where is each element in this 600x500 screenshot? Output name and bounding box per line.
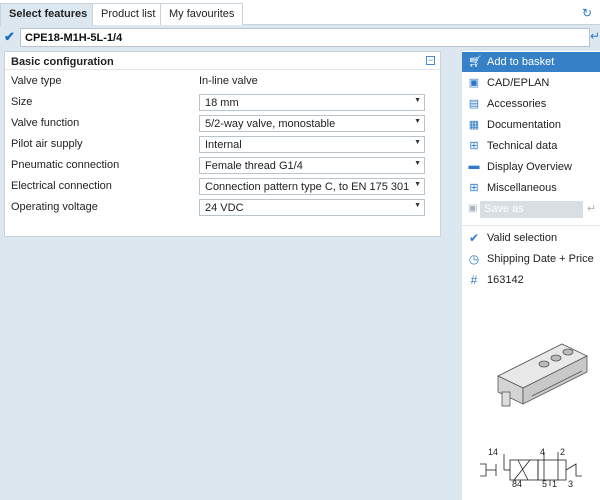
cad-icon: ▣ — [468, 77, 480, 89]
add-to-basket-button[interactable]: 🛒︎ Add to basket — [462, 52, 600, 72]
electrical-connection-select[interactable]: Connection pattern type C, to EN 175 301… — [199, 178, 425, 195]
select-value: 5/2-way valve, monostable — [205, 118, 336, 130]
tab-product-list[interactable]: Product list — [92, 3, 165, 25]
select-value: Female thread G1/4 — [205, 160, 303, 172]
menu-label: Display Overview — [487, 161, 572, 173]
select-value: 18 mm — [205, 97, 239, 109]
valve-product-image — [497, 343, 588, 407]
collapse-icon[interactable]: − — [426, 56, 435, 65]
symbol-label-4: 4 — [540, 447, 546, 457]
menu-label: CAD/EPLAN — [487, 77, 550, 89]
refresh-icon[interactable]: ↻ — [582, 6, 592, 20]
symbol-label-5: 5 — [542, 479, 548, 489]
config-row-pneumatic-connection: Pneumatic connection Female thread G1/4 … — [5, 156, 440, 176]
config-row-valve-type: Valve type In-line valve — [5, 72, 440, 92]
miscellaneous-link[interactable]: ⊞ Miscellaneous — [462, 178, 600, 198]
dropdown-arrow-icon: ▼ — [414, 160, 421, 167]
documentation-link[interactable]: ▦ Documentation — [462, 115, 600, 135]
dropdown-arrow-icon: ▼ — [414, 181, 421, 188]
basket-icon: 🛒︎ — [468, 56, 482, 68]
size-select[interactable]: 18 mm ▼ — [199, 94, 425, 111]
shipping-date-price-link[interactable]: ◷ Shipping Date + Price — [462, 249, 600, 269]
config-label: Electrical connection — [11, 180, 112, 192]
menu-label: Miscellaneous — [487, 182, 557, 194]
select-value: Internal — [205, 139, 242, 151]
dropdown-arrow-icon: ▼ — [414, 139, 421, 146]
checkmark-icon: ✔ — [4, 29, 15, 44]
cad-eplan-link[interactable]: ▣ CAD/EPLAN — [462, 73, 600, 93]
config-label: Operating voltage — [11, 201, 98, 213]
plus-box-icon: ⊞ — [469, 182, 479, 194]
save-icon: ▣ — [468, 203, 478, 214]
menu-label: Technical data — [487, 140, 558, 152]
accessories-link[interactable]: ▤ Accessories — [462, 94, 600, 114]
tab-bar: Select features Product list My favourit… — [0, 0, 600, 26]
pneumatic-connection-select[interactable]: Female thread G1/4 ▼ — [199, 157, 425, 174]
config-row-size: Size 18 mm ▼ — [5, 93, 440, 113]
part-number: 163142 — [487, 274, 524, 286]
config-label: Pilot air supply — [11, 138, 83, 150]
status-label: Shipping Date + Price — [487, 253, 594, 265]
pdf-icon: ▦ — [468, 119, 480, 131]
status-label: Valid selection — [487, 232, 558, 244]
config-value: In-line valve — [199, 75, 258, 87]
technical-data-link[interactable]: ⊞ Technical data — [462, 136, 600, 156]
display-overview-link[interactable]: ▬ Display Overview — [462, 157, 600, 177]
select-value: Connection pattern type C, to EN 175 301 — [205, 181, 410, 193]
menu-label: Documentation — [487, 119, 561, 131]
dropdown-arrow-icon: ▼ — [414, 202, 421, 209]
accessories-icon: ▤ — [468, 98, 480, 110]
table-icon: ⊞ — [469, 140, 479, 152]
basic-configuration-panel: Basic configuration − Valve type In-line… — [4, 51, 441, 237]
tab-my-favourites[interactable]: My favourites — [160, 3, 244, 25]
menu-label: Add to basket — [487, 56, 555, 68]
symbol-label-2: 2 — [560, 447, 566, 457]
part-number-row: # 163142 — [462, 270, 600, 290]
clock-icon: ◷ — [468, 252, 480, 266]
product-code-input[interactable] — [20, 28, 590, 47]
save-as-input[interactable]: Save as — [480, 201, 583, 218]
config-label: Pneumatic connection — [11, 159, 120, 171]
enter-arrow-icon[interactable]: ↵ — [590, 29, 600, 43]
divider — [462, 225, 600, 226]
menu-label: Accessories — [487, 98, 547, 110]
panel-title: Basic configuration — [11, 56, 114, 68]
symbol-label-1: 1 — [552, 479, 558, 489]
valid-selection-status: ✔ Valid selection — [462, 228, 600, 248]
tab-select-features[interactable]: Select features — [0, 3, 97, 26]
save-as-row: ▣ Save as ↵ — [462, 201, 600, 219]
hash-icon: # — [470, 273, 478, 287]
symbol-label-14: 14 — [488, 447, 499, 457]
pilot-air-supply-select[interactable]: Internal ▼ — [199, 136, 425, 153]
config-label: Valve function — [11, 117, 80, 129]
config-row-electrical-connection: Electrical connection Connection pattern… — [5, 177, 440, 197]
select-value: 24 VDC — [205, 202, 244, 214]
valve-function-select[interactable]: 5/2-way valve, monostable ▼ — [199, 115, 425, 132]
dropdown-arrow-icon: ▼ — [414, 118, 421, 125]
config-row-operating-voltage: Operating voltage 24 VDC ▼ — [5, 198, 440, 218]
symbol-label-3: 3 — [568, 479, 574, 489]
config-row-valve-function: Valve function 5/2-way valve, monostable… — [5, 114, 440, 134]
checkmark-icon: ✔ — [468, 231, 480, 245]
enter-arrow-icon[interactable]: ↵ — [587, 202, 596, 215]
config-label: Size — [11, 96, 33, 108]
display-icon: ▬ — [468, 160, 480, 172]
config-label: Valve type — [11, 75, 62, 87]
product-code-bar: ✔ ↵ — [0, 27, 600, 49]
dropdown-arrow-icon: ▼ — [414, 97, 421, 104]
symbol-label-84: 84 — [512, 479, 523, 489]
operating-voltage-select[interactable]: 24 VDC ▼ — [199, 199, 425, 216]
action-sidebar: 🛒︎ Add to basket ▣ CAD/EPLAN ▤ Accessori… — [462, 51, 600, 500]
divider — [5, 69, 440, 70]
config-row-pilot-air-supply: Pilot air supply Internal ▼ — [5, 135, 440, 155]
